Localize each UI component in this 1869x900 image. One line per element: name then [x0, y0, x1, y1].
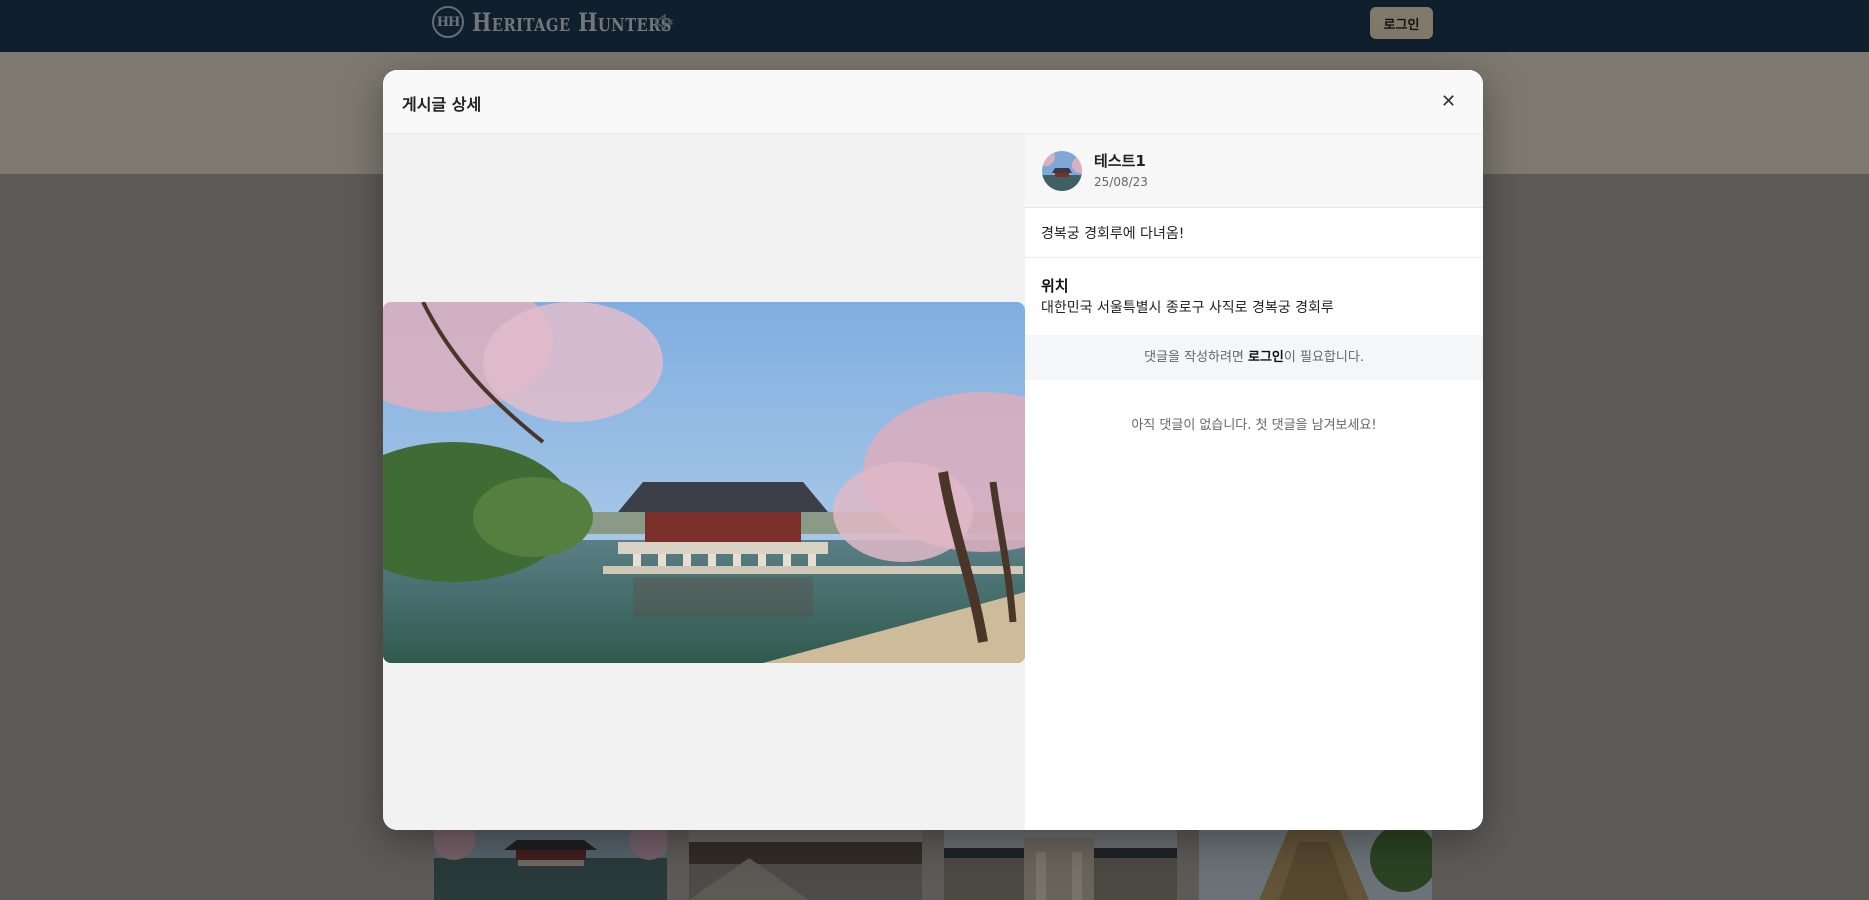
- login-link[interactable]: 로그인: [1248, 350, 1284, 365]
- close-icon[interactable]: ✕: [1435, 88, 1461, 114]
- empty-comments-message: 아직 댓글이 없습니다. 첫 댓글을 남겨보세요!: [1131, 418, 1377, 433]
- login-notice-suffix: 이 필요합니다.: [1283, 350, 1364, 365]
- modal-header: 게시글 상세 ✕: [383, 70, 1483, 134]
- author-name[interactable]: 테스트1: [1094, 150, 1146, 171]
- post-detail-panel: 테스트1 25/08/23 경복궁 경회루에 다녀옴! 위치 대한민국 서울특별…: [1025, 134, 1483, 830]
- post-text: 경복궁 경회루에 다녀옴!: [1041, 226, 1185, 242]
- post-content: 경복궁 경회루에 다녀옴!: [1025, 208, 1483, 258]
- location-title: 위치: [1041, 277, 1069, 295]
- avatar[interactable]: [1042, 151, 1082, 191]
- post-media-pane: [383, 134, 1025, 830]
- post-photo: [383, 302, 1025, 663]
- author-row: 테스트1 25/08/23: [1025, 134, 1483, 208]
- post-detail-modal: 게시글 상세 ✕ 테스트1 25/08/23 경복궁 경회루에 다녀옴! 위치 …: [383, 70, 1483, 830]
- modal-title: 게시글 상세: [402, 95, 482, 114]
- comment-login-notice: 댓글을 작성하려면 로그인이 필요합니다.: [1025, 335, 1483, 380]
- location-section: 위치 대한민국 서울특별시 종로구 사직로 경복궁 경회루: [1025, 258, 1483, 335]
- login-notice-prefix: 댓글을 작성하려면: [1144, 350, 1249, 365]
- location-address: 대한민국 서울특별시 종로구 사직로 경복궁 경회루: [1041, 300, 1334, 316]
- post-date: 25/08/23: [1094, 175, 1148, 189]
